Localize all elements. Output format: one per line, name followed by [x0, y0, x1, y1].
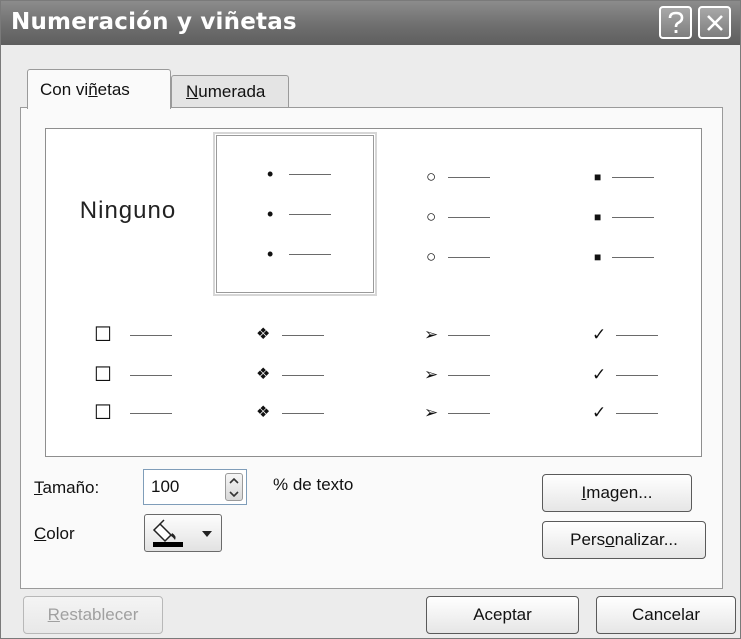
box-bullet-icon: ☐ — [94, 324, 112, 346]
size-spinner[interactable] — [225, 473, 243, 501]
bullet-option-check[interactable]: ✓ ✓ ✓ — [538, 295, 702, 459]
customize-accelerator-key: o — [605, 530, 615, 549]
spin-up-arrow-icon — [229, 477, 239, 484]
size-accelerator-key: T — [34, 478, 43, 497]
box-bullet-icon: ☐ — [94, 364, 112, 386]
square-bullet-icon: ■ — [594, 250, 602, 264]
title-bar: Numeración y viñetas — [1, 1, 740, 45]
customize-button[interactable]: Pers o nalizar... — [542, 521, 706, 559]
customize-button-label: nalizar... — [614, 530, 678, 549]
reset-button-label: establecer — [59, 605, 139, 624]
bullet-option-dot[interactable]: • • • — [213, 132, 377, 296]
image-button[interactable]: Imagen... — [542, 474, 692, 512]
circle-bullet-icon: ○ — [426, 167, 437, 186]
size-unit-label: % de texto — [273, 475, 354, 494]
arrowhead-bullet-icon: ➢ — [424, 403, 439, 422]
bullet-option-arrowhead[interactable]: ➢ ➢ ➢ — [374, 295, 538, 459]
tab-label-part: Con vi — [40, 80, 89, 99]
dropdown-arrow-icon — [202, 531, 212, 537]
color-label: Color — [34, 524, 75, 544]
paint-bucket-icon — [152, 519, 183, 547]
size-label: Tamaño: — [34, 478, 99, 498]
size-value: 100 — [151, 477, 180, 496]
bullet-option-square[interactable]: ■ ■ ■ — [538, 129, 702, 293]
bullet-option-diamond-dots[interactable]: ❖ ❖ ❖ — [210, 295, 374, 459]
tab-accelerator-key: N — [186, 82, 199, 101]
tab-numerada[interactable]: Numerada — [171, 75, 289, 107]
bullets-numbering-dialog: Numeración y viñetas Con viñetas Numerad… — [0, 0, 741, 639]
help-button[interactable] — [659, 6, 692, 39]
image-button-label: magen... — [586, 483, 653, 502]
none-label: Ninguno — [79, 197, 177, 224]
arrowhead-bullet-icon: ➢ — [424, 325, 439, 344]
spin-down-arrow-icon — [229, 490, 239, 497]
size-spinbox[interactable]: 100 — [143, 469, 247, 505]
bullet-option-none[interactable]: Ninguno — [46, 129, 210, 293]
circle-bullet-icon: ○ — [426, 207, 437, 226]
four-diamond-bullet-icon: ❖ — [256, 366, 271, 383]
color-swatch — [153, 542, 183, 547]
square-bullet-icon: ■ — [594, 170, 602, 184]
arrowhead-bullet-icon: ➢ — [424, 365, 439, 384]
checkmark-bullet-icon: ✓ — [592, 365, 607, 384]
close-x-icon — [706, 14, 723, 31]
size-label-text: amaño: — [42, 478, 100, 497]
bullet-option-box[interactable]: ☐ ☐ ☐ — [46, 295, 210, 459]
bullet-option-circle[interactable]: ○ ○ ○ — [374, 129, 538, 293]
circle-bullet-icon: ○ — [426, 247, 437, 266]
box-bullet-icon: ☐ — [94, 402, 112, 424]
color-label-text: olor — [46, 524, 75, 543]
four-diamond-bullet-icon: ❖ — [256, 326, 271, 343]
spin-up-button[interactable] — [226, 474, 242, 487]
four-diamond-bullet-icon: ❖ — [256, 404, 271, 421]
color-accelerator-key: C — [34, 524, 47, 543]
window-title: Numeración y viñetas — [11, 9, 297, 35]
spin-down-button[interactable] — [226, 487, 242, 500]
tab-accelerator-key: ñ — [88, 80, 98, 99]
reset-accelerator-key: R — [47, 605, 60, 624]
dot-bullet-icon: • — [267, 204, 274, 224]
checkmark-bullet-icon: ✓ — [592, 403, 607, 422]
dot-bullet-icon: • — [267, 164, 274, 184]
tab-label-part: etas — [97, 80, 130, 99]
reset-button[interactable]: Restablecer — [23, 596, 163, 634]
bullet-style-gallery: Ninguno • • • ○ ○ ○ ■ ■ ■ ☐ ☐ ☐ ❖ ❖ ❖ ➢ … — [45, 128, 702, 457]
ok-button[interactable]: Aceptar — [426, 596, 579, 634]
question-mark-icon — [668, 11, 683, 33]
cancel-button[interactable]: Cancelar — [596, 596, 736, 634]
close-button[interactable] — [698, 6, 731, 39]
tab-con-vinetas[interactable]: Con viñetas — [27, 69, 171, 109]
checkmark-bullet-icon: ✓ — [592, 325, 607, 344]
color-picker-button[interactable] — [144, 514, 222, 552]
tab-label-part: umerada — [198, 82, 266, 101]
customize-button-label: Pers — [570, 530, 606, 549]
dot-bullet-icon: • — [267, 244, 274, 264]
square-bullet-icon: ■ — [594, 210, 602, 224]
